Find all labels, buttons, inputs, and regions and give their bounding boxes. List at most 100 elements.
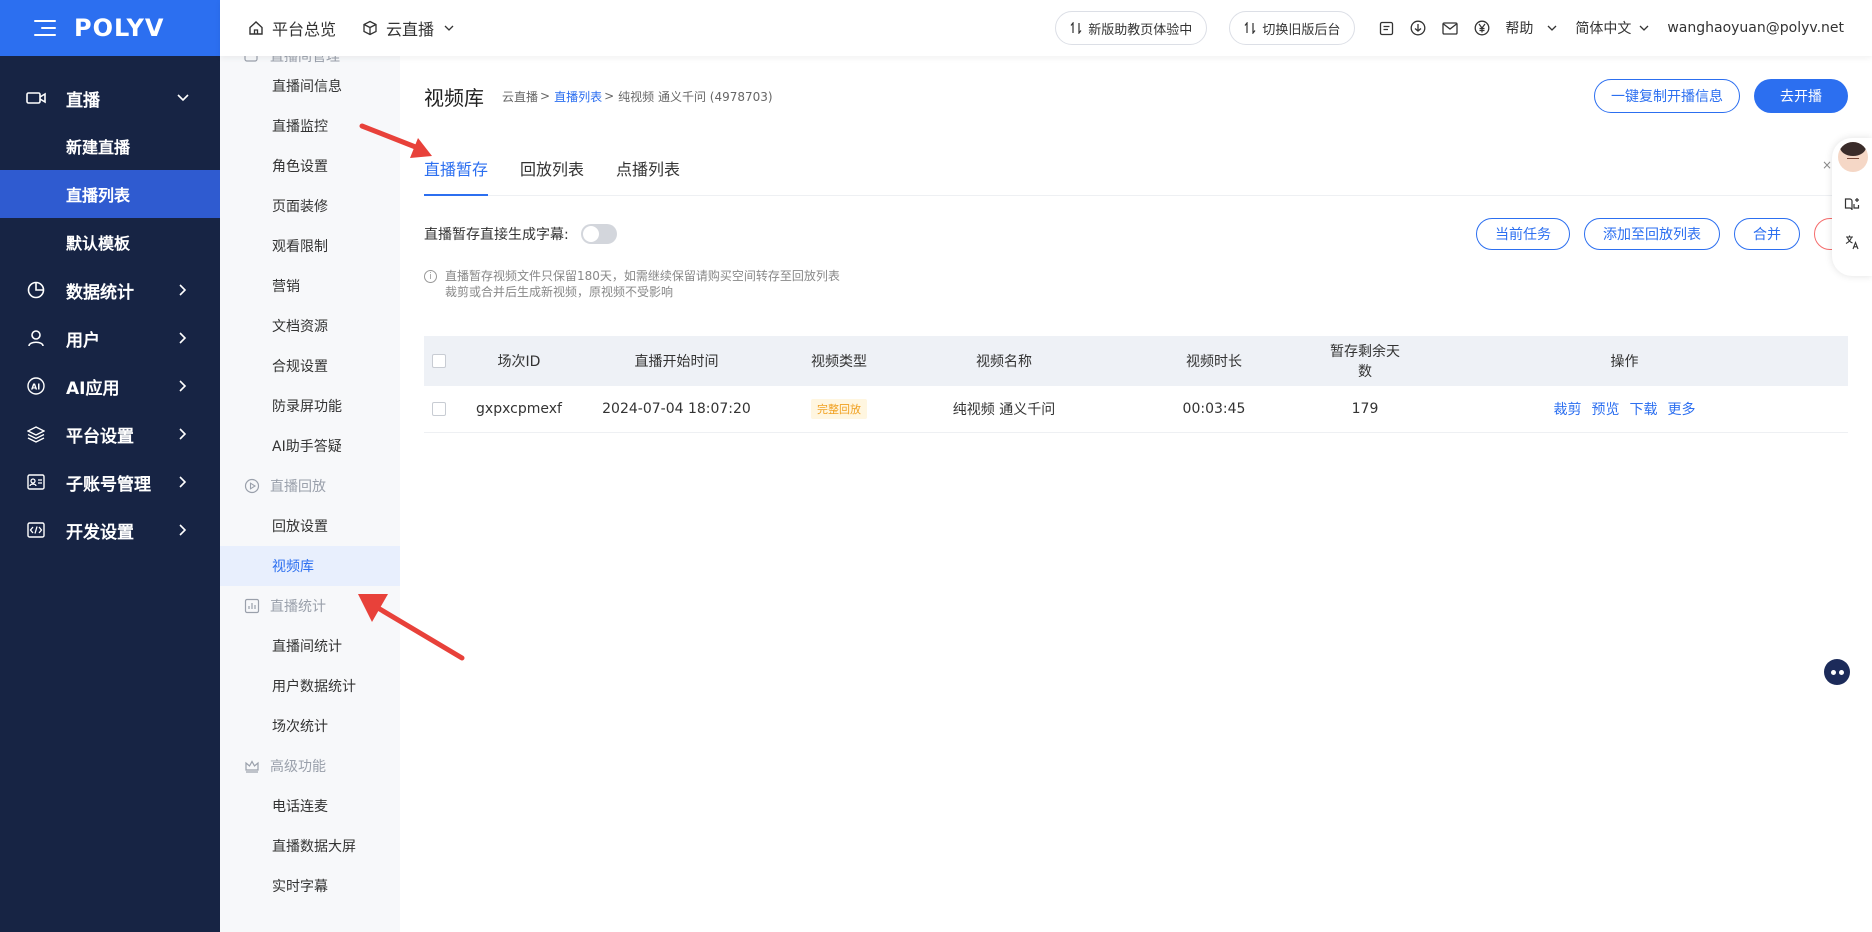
new-experience-button[interactable]: 新版助教页体验中 <box>1055 11 1208 45</box>
subnav-item-anti-record[interactable]: 防录屏功能 <box>220 386 400 426</box>
pie-chart-icon <box>26 280 46 300</box>
sidebar-item-live[interactable]: 直播 <box>0 74 220 122</box>
download-link[interactable]: 下载 <box>1630 402 1658 418</box>
title-actions: 一键复制开播信息 去开播 <box>1594 79 1848 113</box>
chatbot-bubble-icon[interactable] <box>1824 659 1850 685</box>
sidebar-nav: 直播 新建直播 直播列表 默认模板 数据统计 用户 AI AI应用 平台设置 子… <box>0 74 220 554</box>
subnav-item-page-decor[interactable]: 页面装修 <box>220 186 400 226</box>
copy-stream-info-button[interactable]: 一键复制开播信息 <box>1594 79 1740 113</box>
chevron-down-icon <box>444 25 454 31</box>
subnav-item-live-subtitles[interactable]: 实时字幕 <box>220 866 400 906</box>
ai-icon: AI <box>26 376 46 396</box>
main-sidebar: POLYV 直播 新建直播 直播列表 默认模板 数据统计 用户 AI AI应用 … <box>0 0 220 932</box>
subnav-item-compliance[interactable]: 合规设置 <box>220 346 400 386</box>
start-live-button[interactable]: 去开播 <box>1754 79 1848 113</box>
subnav-item-watch-limit[interactable]: 观看限制 <box>220 226 400 266</box>
sidebar-item-users[interactable]: 用户 <box>0 314 220 362</box>
camera-icon <box>26 88 46 108</box>
crop-link[interactable]: 裁剪 <box>1554 402 1582 418</box>
switch-old-backend-button[interactable]: 切换旧版后台 <box>1229 11 1356 45</box>
sidebar-item-statistics[interactable]: 数据统计 <box>0 266 220 314</box>
row-checkbox[interactable] <box>432 401 446 416</box>
chevron-down-icon <box>174 89 192 107</box>
subnav-item-session-stats[interactable]: 场次统计 <box>220 706 400 746</box>
play-circle-icon <box>244 478 260 494</box>
code-icon <box>26 520 46 540</box>
breadcrumb-root[interactable]: 云直播 <box>502 88 538 105</box>
assistant-avatar[interactable] <box>1838 142 1868 172</box>
product-switcher[interactable]: 云直播 <box>362 16 462 40</box>
table-header-row: 场次ID 直播开始时间 视频类型 视频名称 视频时长 暂存剩余天数 操作 <box>424 336 1848 386</box>
sidebar-item-platform-settings[interactable]: 平台设置 <box>0 410 220 458</box>
polyv-logo: POLYV <box>74 14 165 42</box>
sidebar-item-label: 平台设置 <box>66 426 134 447</box>
subnav-item-playback-settings[interactable]: 回放设置 <box>220 506 400 546</box>
cache-toolbar: 直播暂存直接生成字幕: 当前任务 添加至回放列表 合并 删除 <box>424 214 1872 254</box>
select-all-checkbox[interactable] <box>432 354 446 368</box>
sidebar-item-dev-settings[interactable]: 开发设置 <box>0 506 220 554</box>
subnav-group-advanced: 高级功能 <box>220 746 400 786</box>
subnav-item-documents[interactable]: 文档资源 <box>220 306 400 346</box>
preview-link[interactable]: 预览 <box>1592 402 1620 418</box>
mail-icon[interactable] <box>1441 19 1459 37</box>
help-dropdown[interactable]: 帮助 <box>1505 18 1557 38</box>
chevron-right-icon <box>174 329 192 347</box>
col-start-time: 直播开始时间 <box>584 336 769 386</box>
subtitle-toggle-switch[interactable] <box>580 224 617 244</box>
chevron-right-icon <box>174 281 192 299</box>
platform-overview-link[interactable]: 平台总览 <box>248 16 336 40</box>
account-email[interactable]: wanghaoyuan@polyv.net <box>1667 20 1844 36</box>
video-tabs: 直播暂存 回放列表 点播列表 <box>424 136 1848 196</box>
cell-session-id: gxpxcpmexf <box>454 386 584 433</box>
retention-notes: i 直播暂存视频文件只保留180天，如需继续保留请购买空间转存至回放列表 裁剪或… <box>424 268 1848 300</box>
merge-button[interactable]: 合并 <box>1734 218 1800 250</box>
download-icon[interactable] <box>1409 19 1427 37</box>
cell-video-type: 完整回放 <box>769 386 909 433</box>
annotation-arrow-library <box>358 594 465 661</box>
sidebar-subitem-default-template[interactable]: 默认模板 <box>0 218 220 266</box>
subnav-item-data-screen[interactable]: 直播数据大屏 <box>220 826 400 866</box>
sidebar-item-ai-apps[interactable]: AI AI应用 <box>0 362 220 410</box>
sidebar-subitem-live-list[interactable]: 直播列表 <box>0 170 220 218</box>
document-icon[interactable] <box>1377 19 1395 37</box>
tab-playback-list[interactable]: 回放列表 <box>520 136 584 195</box>
subnav-item-ai-assistant[interactable]: AI助手答疑 <box>220 426 400 466</box>
chevron-right-icon <box>174 521 192 539</box>
breadcrumb: 云直播 > 直播列表 > 纯视频 通义千问 (4978703) <box>502 88 773 105</box>
translate-icon[interactable] <box>1844 234 1860 250</box>
subnav-item-video-library[interactable]: 视频库 <box>220 546 400 586</box>
layers-icon <box>26 424 46 444</box>
language-dropdown[interactable]: 简体中文 <box>1575 18 1649 38</box>
title-row: 视频库 云直播 > 直播列表 > 纯视频 通义千问 (4978703) 一键复制开播… <box>424 56 1848 136</box>
sidebar-item-label: 开发设置 <box>66 522 134 543</box>
room-icon <box>244 56 260 64</box>
app-window: POLYV 直播 新建直播 直播列表 默认模板 数据统计 用户 AI AI应用 … <box>0 0 1872 932</box>
add-to-playback-button[interactable]: 添加至回放列表 <box>1584 218 1720 250</box>
annotation-arrow-tab <box>359 123 432 158</box>
subnav-item-marketing[interactable]: 营销 <box>220 266 400 306</box>
subnav-item-phone-mic[interactable]: 电话连麦 <box>220 786 400 826</box>
home-icon <box>249 21 263 35</box>
book-add-icon[interactable] <box>1844 196 1860 212</box>
current-tasks-button[interactable]: 当前任务 <box>1476 218 1570 250</box>
channel-subnav: 直播间管理 直播间信息 直播监控 角色设置 页面装修 观看限制 营销 文档资源 … <box>220 56 400 932</box>
cell-actions: 裁剪 预览 下载 更多 <box>1401 386 1848 433</box>
info-icon: i <box>424 270 437 283</box>
col-actions: 操作 <box>1401 336 1848 386</box>
more-link[interactable]: 更多 <box>1668 402 1696 418</box>
sidebar-item-subaccounts[interactable]: 子账号管理 <box>0 458 220 506</box>
breadcrumb-current: 纯视频 通义千问 (4978703) <box>618 89 773 104</box>
sidebar-subitem-new-live[interactable]: 新建直播 <box>0 122 220 170</box>
subnav-item-user-stats[interactable]: 用户数据统计 <box>220 666 400 706</box>
subnav-group-playback: 直播回放 <box>220 466 400 506</box>
cell-days-left: 179 <box>1329 386 1401 433</box>
cell-start-time: 2024-07-04 18:07:20 <box>584 386 769 433</box>
subnav-item-room-info[interactable]: 直播间信息 <box>220 66 400 106</box>
svg-text:AI: AI <box>31 383 40 392</box>
menu-icon[interactable] <box>34 20 56 36</box>
tab-vod-list[interactable]: 点播列表 <box>616 136 680 195</box>
yen-icon[interactable] <box>1473 19 1491 37</box>
sidebar-item-label: 子账号管理 <box>66 474 151 495</box>
close-icon[interactable]: × <box>1822 158 1832 172</box>
breadcrumb-live-list[interactable]: 直播列表 <box>554 88 602 105</box>
